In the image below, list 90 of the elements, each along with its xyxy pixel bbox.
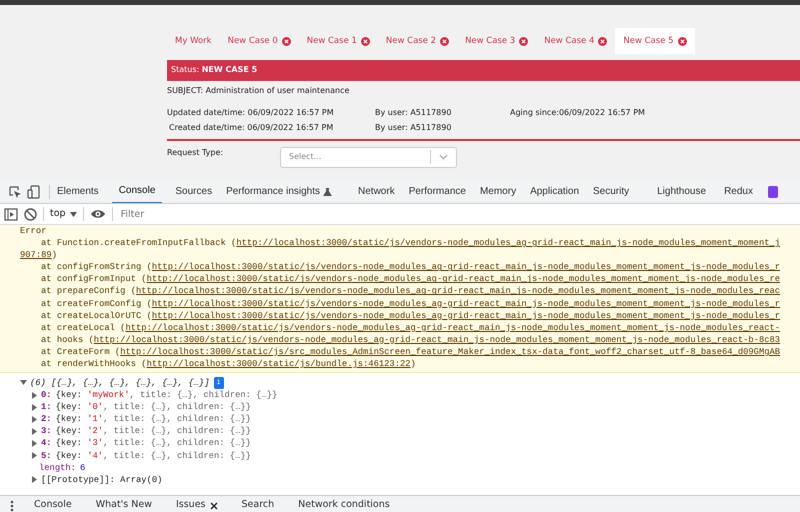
property-value: {key: '3', title: {…}, children: {…}} [56,437,251,450]
stack-frame-text: at configFromInput ( [41,274,147,284]
stack-link[interactable]: http://localhost:3000/static/js/vendors-node_modules_ag-grid-react_main_js-node_modules_moment_moment_js-node_modules_r [152,262,780,272]
stack-frame-text: at createFromConfig ( [41,298,152,309]
property-value: {key: '2', title: {…}, children: {…}} [56,425,251,438]
close-icon [282,36,291,46]
stack-frame-text: at Function.createFromInputFallback ( [41,238,236,248]
devtools-tab[interactable]: Sources [168,180,220,203]
devtools-tab[interactable]: Performance insights [219,180,340,203]
stack-link[interactable]: http://localhost:3000/static/js/vendors-node_modules_ag-grid-react_main_js-node_modules_moment_moment_js-node_modules_r [152,298,780,309]
collapsed-triangle-icon [32,476,37,484]
devtools-tab[interactable]: Memory [472,180,524,203]
case-tab[interactable]: New Case 1 [298,28,378,54]
property-value: {key: '4', title: {…}, children: {…}} [56,450,251,462]
drawer-tab[interactable]: Search [230,498,286,512]
sidebar-icon [4,208,18,220]
stack-link[interactable]: http://localhost:3000/static/js/vendors-node_modules_ag-grid-react_main_js-node_modules_moment_moment_js-node_modules_reac [136,286,780,296]
stack-link[interactable]: http://localhost:3000/static/js/bundle.js:46123:22 [146,359,411,370]
devtools-tab[interactable]: Security [586,180,636,203]
info-text: By user: A5117890 [375,122,452,134]
info-text: By user: A5117890 [375,106,452,119]
case-tab[interactable]: New Case 2 [378,28,458,54]
property-value: {key: 'myWork', title: {…}, children: {…}} [56,389,278,402]
paren-text: ) [410,359,416,370]
paren-text: ) [52,250,57,260]
close-icon [360,36,370,46]
stack-frame-text: at CreateForm ( [41,346,120,357]
stack-link[interactable]: http://localhost:3000/static/js/vendors-node_modules_ag-grid-react_main_js-node_modules_moment_moment_js-node_modules_r [152,310,780,321]
close-icon [519,36,528,46]
close-icon [440,36,450,46]
context-dropdown[interactable]: top [50,206,77,222]
eye-icon [90,208,106,220]
property-key[interactable]: 3: [41,425,52,438]
prototype-text[interactable]: [[Prototype]]: Array(0) [41,474,162,486]
caret-icon [70,212,77,216]
close-icon [678,36,687,46]
devtools-tab[interactable]: Network [351,180,402,203]
devtools-tab[interactable]: Redux [717,180,760,203]
stack-frame-text: at configFromString ( [41,262,152,272]
flask-icon [323,186,332,196]
drawer-tab[interactable]: Issues [164,498,230,512]
devtools-tab[interactable]: Performance [402,180,473,203]
property-key[interactable]: 0: [41,389,52,402]
property-value: {key: '0', title: {…}, children: {…}} [56,401,251,414]
case-tab[interactable]: New Case 5 [615,28,695,54]
info-text: Created date/time: 06/09/2022 16:57 PM [168,122,334,134]
property-key[interactable]: 1: [41,401,52,414]
more-icon [10,500,14,512]
case-tab[interactable]: New Case 3 [457,28,536,54]
subject-text: SUBJECT: Administration of user maintenance [167,84,350,97]
drawer-tab[interactable]: What's New [84,498,164,512]
stack-link[interactable]: 907:89 [20,250,52,260]
drawer-tab[interactable]: Console [22,498,84,512]
devtools-tab[interactable]: Elements [50,180,106,203]
case-tab[interactable]: New Case 4 [536,28,616,54]
chevron-down-icon [439,154,448,160]
stack-link[interactable]: http://localhost:3000/static/js/vendors-node_modules_ag-grid-react_main_js-node_modules_moment_moment_js-node_modules_react- [125,322,780,333]
property-key[interactable]: 5: [41,450,52,462]
device-icon [27,184,41,198]
stack-link[interactable]: http://localhost:3000/static/js/vendors-node_modules_ag-grid-react_main_js-node_modules_moment_moment_js-node_modules_re [146,274,780,284]
close-icon [210,502,218,510]
stack-frame-text: at createLocalOrUTC ( [41,310,152,321]
case-tab[interactable]: My Work [167,28,220,54]
drawer-tab[interactable]: Network conditions [286,498,402,512]
stack-frame-text: at createLocal ( [41,322,126,333]
stack-frame-text: at prepareConfig ( [41,286,136,296]
clear-icon [24,208,37,220]
property-key[interactable]: 4: [41,437,52,450]
stack-link[interactable]: http://localhost:3000/static/js/src_modules_AdminScreen_feature_Maker_index_tsx-data_font_woff2_charset_utf-8_base64_d09GMgAB [120,346,780,357]
stack-frame-text: at renderWithHooks ( [41,359,147,370]
status-text: Status: NEW CASE 5 [171,64,258,76]
array-summary[interactable]: (6) [{…}, {…}, {…}, {…}, {…}, {…}] [30,377,210,390]
inspect-icon [8,184,22,198]
property-value: 6 [80,462,86,473]
property-key: length: [39,462,76,473]
close-icon [598,36,608,46]
select-field[interactable]: Select... [280,146,457,168]
stack-link[interactable]: http://localhost:3000/static/js/vendors-node_modules_ag-grid-react_main_js-node_modules_moment_moment_j [236,238,780,248]
property-value: {key: '1', title: {…}, children: {…}} [56,413,251,426]
stack-link[interactable]: http://localhost:3000/static/js/vendors-node_modules_ag-grid-react_main_js-node_modules_moment_moment_js-node_modules_react-b-8c83 [94,334,780,345]
case-tab[interactable]: New Case 0 [220,28,299,54]
field-label: Request Type: [167,146,224,159]
info-text: Aging since:06/09/2022 16:57 PM [510,106,645,119]
extension-icon[interactable] [768,186,778,198]
property-key[interactable]: 2: [41,413,52,426]
stack-frame-text: at hooks ( [41,334,94,345]
info-text: Updated date/time: 06/09/2022 16:57 PM [167,106,335,119]
devtools-tab[interactable]: Lighthouse [650,180,714,203]
error-text: Error [20,225,48,238]
devtools-tab[interactable]: Application [523,180,586,203]
